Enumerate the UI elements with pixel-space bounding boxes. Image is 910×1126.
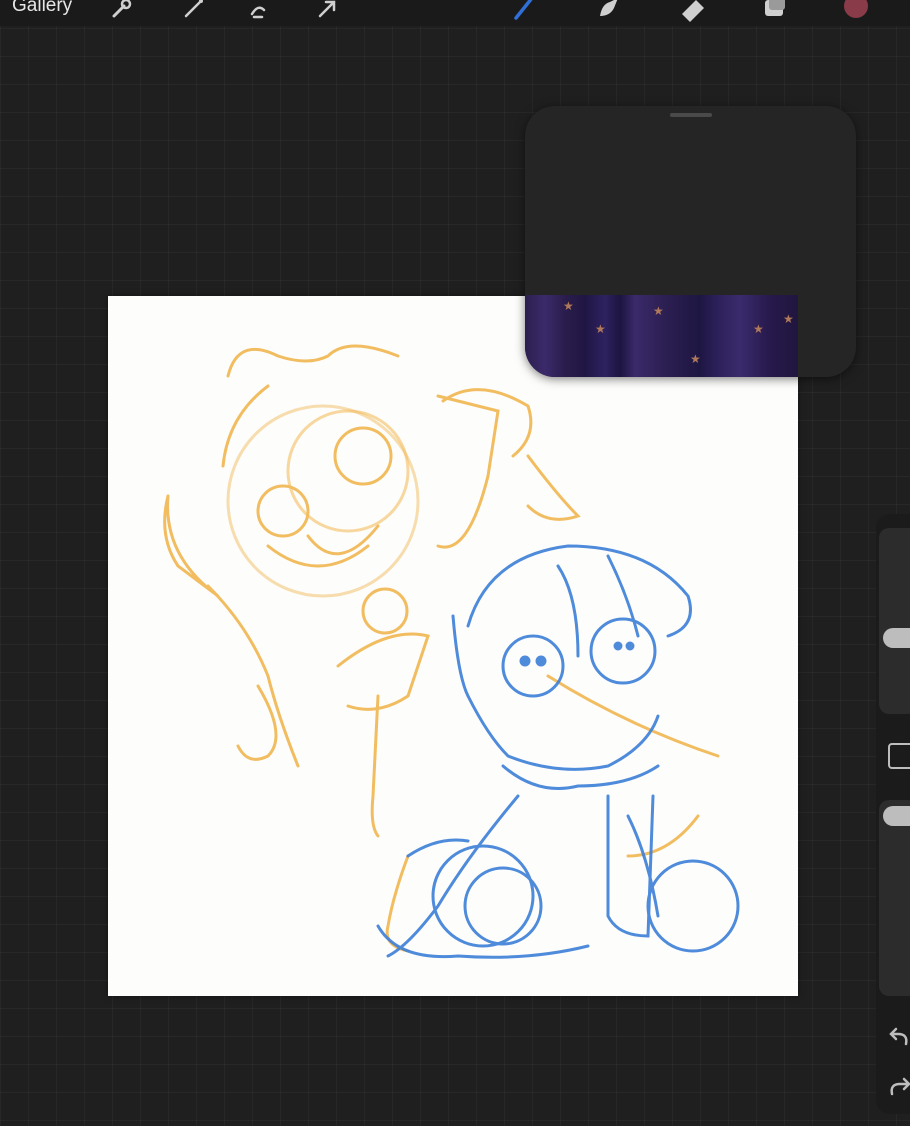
selection-icon[interactable] bbox=[244, 0, 272, 22]
brush-size-slider[interactable] bbox=[879, 528, 910, 714]
sketch-artwork bbox=[163, 344, 740, 959]
star-icon: ★ bbox=[753, 322, 764, 336]
star-icon: ★ bbox=[563, 299, 574, 313]
starry-curtain-image: ★ ★ ★ ★ ★ ★ bbox=[525, 295, 798, 377]
brush-icon[interactable] bbox=[510, 0, 538, 22]
orange-sketch-layer bbox=[163, 344, 720, 953]
star-icon: ★ bbox=[690, 352, 701, 366]
star-icon: ★ bbox=[653, 304, 664, 318]
reference-grabber[interactable] bbox=[670, 113, 712, 117]
drawing-canvas[interactable] bbox=[108, 296, 798, 996]
redo-icon[interactable] bbox=[886, 1074, 910, 1102]
brush-size-thumb[interactable] bbox=[883, 628, 910, 648]
reference-panel[interactable]: ★ ★ ★ ★ ★ ★ bbox=[525, 106, 856, 377]
opacity-slider[interactable] bbox=[879, 800, 910, 996]
eraser-icon[interactable] bbox=[678, 0, 706, 22]
wrench-icon[interactable] bbox=[108, 0, 136, 22]
undo-icon[interactable] bbox=[886, 1024, 910, 1052]
top-toolbar: Gallery bbox=[0, 0, 910, 26]
gallery-button[interactable]: Gallery bbox=[12, 0, 72, 17]
star-icon: ★ bbox=[595, 322, 606, 336]
magic-wand-icon[interactable] bbox=[180, 0, 208, 22]
modify-button[interactable] bbox=[888, 743, 910, 769]
opacity-thumb[interactable] bbox=[883, 806, 910, 826]
blue-sketch-layer bbox=[376, 544, 740, 959]
color-swatch[interactable] bbox=[842, 0, 870, 22]
transform-arrow-icon[interactable] bbox=[314, 0, 342, 22]
star-icon: ★ bbox=[783, 312, 794, 326]
layers-icon[interactable] bbox=[760, 0, 788, 22]
smudge-icon[interactable] bbox=[594, 0, 622, 22]
